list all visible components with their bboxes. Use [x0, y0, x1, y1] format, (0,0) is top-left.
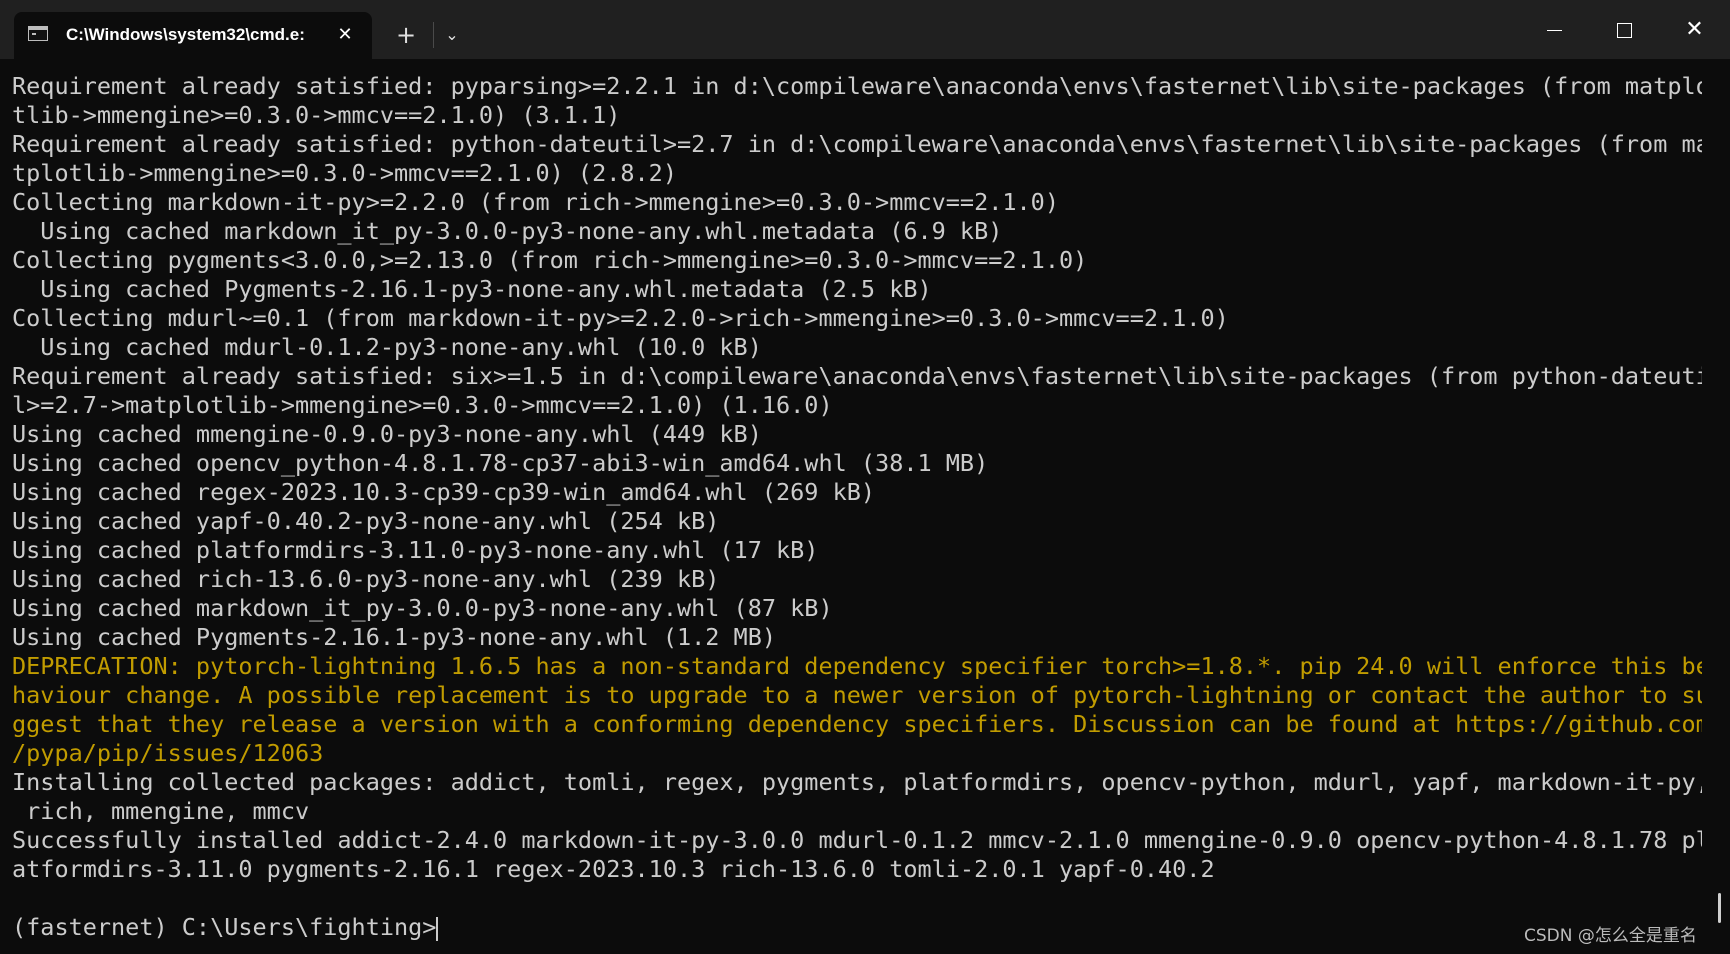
console-line: tlib->mmengine>=0.3.0->mmcv==2.1.0) (3.1…	[12, 101, 621, 129]
tab-cmd[interactable]: C:\Windows\system32\cmd.e: ✕	[14, 12, 372, 59]
console-line: Requirement already satisfied: pyparsing…	[12, 72, 1702, 100]
console-line: Using cached platformdirs-3.11.0-py3-non…	[12, 536, 819, 564]
maximize-button[interactable]	[1590, 0, 1659, 59]
console-line: Using cached Pygments-2.16.1-py3-none-an…	[12, 275, 932, 303]
console-line: Using cached markdown_it_py-3.0.0-py3-no…	[12, 217, 1003, 245]
console-line: ggest that they release a version with a…	[12, 710, 1702, 738]
console-line: Using cached mdurl-0.1.2-py3-none-any.wh…	[12, 333, 762, 361]
console-line: Using cached opencv_python-4.8.1.78-cp37…	[12, 449, 989, 477]
text-cursor	[436, 916, 439, 941]
watermark: CSDN @怎么全是重名	[1524, 926, 1697, 946]
console-line: haviour change. A possible replacement i…	[12, 681, 1702, 709]
console-line: Using cached yapf-0.40.2-py3-none-any.wh…	[12, 507, 720, 535]
maximize-icon	[1617, 23, 1632, 38]
console-line: Collecting markdown-it-py>=2.2.0 (from r…	[12, 188, 1059, 216]
console-line: Using cached rich-13.6.0-py3-none-any.wh…	[12, 565, 720, 593]
new-tab-button[interactable]: +	[388, 19, 424, 51]
minimize-icon	[1547, 30, 1562, 31]
scrollbar[interactable]	[1718, 893, 1721, 923]
console-line: Using cached regex-2023.10.3-cp39-cp39-w…	[12, 478, 876, 506]
cmd-icon	[28, 26, 48, 41]
chevron-down-icon[interactable]: ⌄	[436, 19, 468, 51]
close-tab-icon[interactable]: ✕	[330, 20, 360, 50]
tab-separator	[433, 22, 434, 48]
console-line: l>=2.7->matplotlib->mmengine>=0.3.0->mmc…	[12, 391, 833, 419]
console-line: DEPRECATION: pytorch-lightning 1.6.5 has…	[12, 652, 1702, 680]
console-line: Installing collected packages: addict, t…	[12, 768, 1702, 796]
console-line: Collecting pygments<3.0.0,>=2.13.0 (from…	[12, 246, 1088, 274]
console-line: Using cached mmengine-0.9.0-py3-none-any…	[12, 420, 762, 448]
tab-title: C:\Windows\system32\cmd.e:	[66, 25, 305, 44]
console-output[interactable]: Requirement already satisfied: pyparsing…	[12, 72, 1702, 944]
console-line: rich, mmengine, mmcv	[12, 797, 310, 825]
console-line: Requirement already satisfied: python-da…	[12, 130, 1702, 158]
title-bar: C:\Windows\system32\cmd.e: ✕ + ⌄ ✕	[0, 0, 1730, 59]
console-line: Requirement already satisfied: six>=1.5 …	[12, 362, 1702, 390]
command-prompt[interactable]: (fasternet) C:\Users\fighting>	[12, 913, 1702, 942]
console-line: tplotlib->mmengine>=0.3.0->mmcv==2.1.0) …	[12, 159, 677, 187]
console-line: Using cached Pygments-2.16.1-py3-none-an…	[12, 623, 777, 651]
minimize-button[interactable]	[1520, 0, 1589, 59]
console-line: Using cached markdown_it_py-3.0.0-py3-no…	[12, 594, 833, 622]
close-window-button[interactable]: ✕	[1660, 0, 1729, 59]
console-line: Collecting mdurl~=0.1 (from markdown-it-…	[12, 304, 1229, 332]
console-line: Successfully installed addict-2.4.0 mark…	[12, 826, 1702, 854]
console-line: /pypa/pip/issues/12063	[12, 739, 324, 767]
console-line: atformdirs-3.11.0 pygments-2.16.1 regex-…	[12, 855, 1215, 883]
